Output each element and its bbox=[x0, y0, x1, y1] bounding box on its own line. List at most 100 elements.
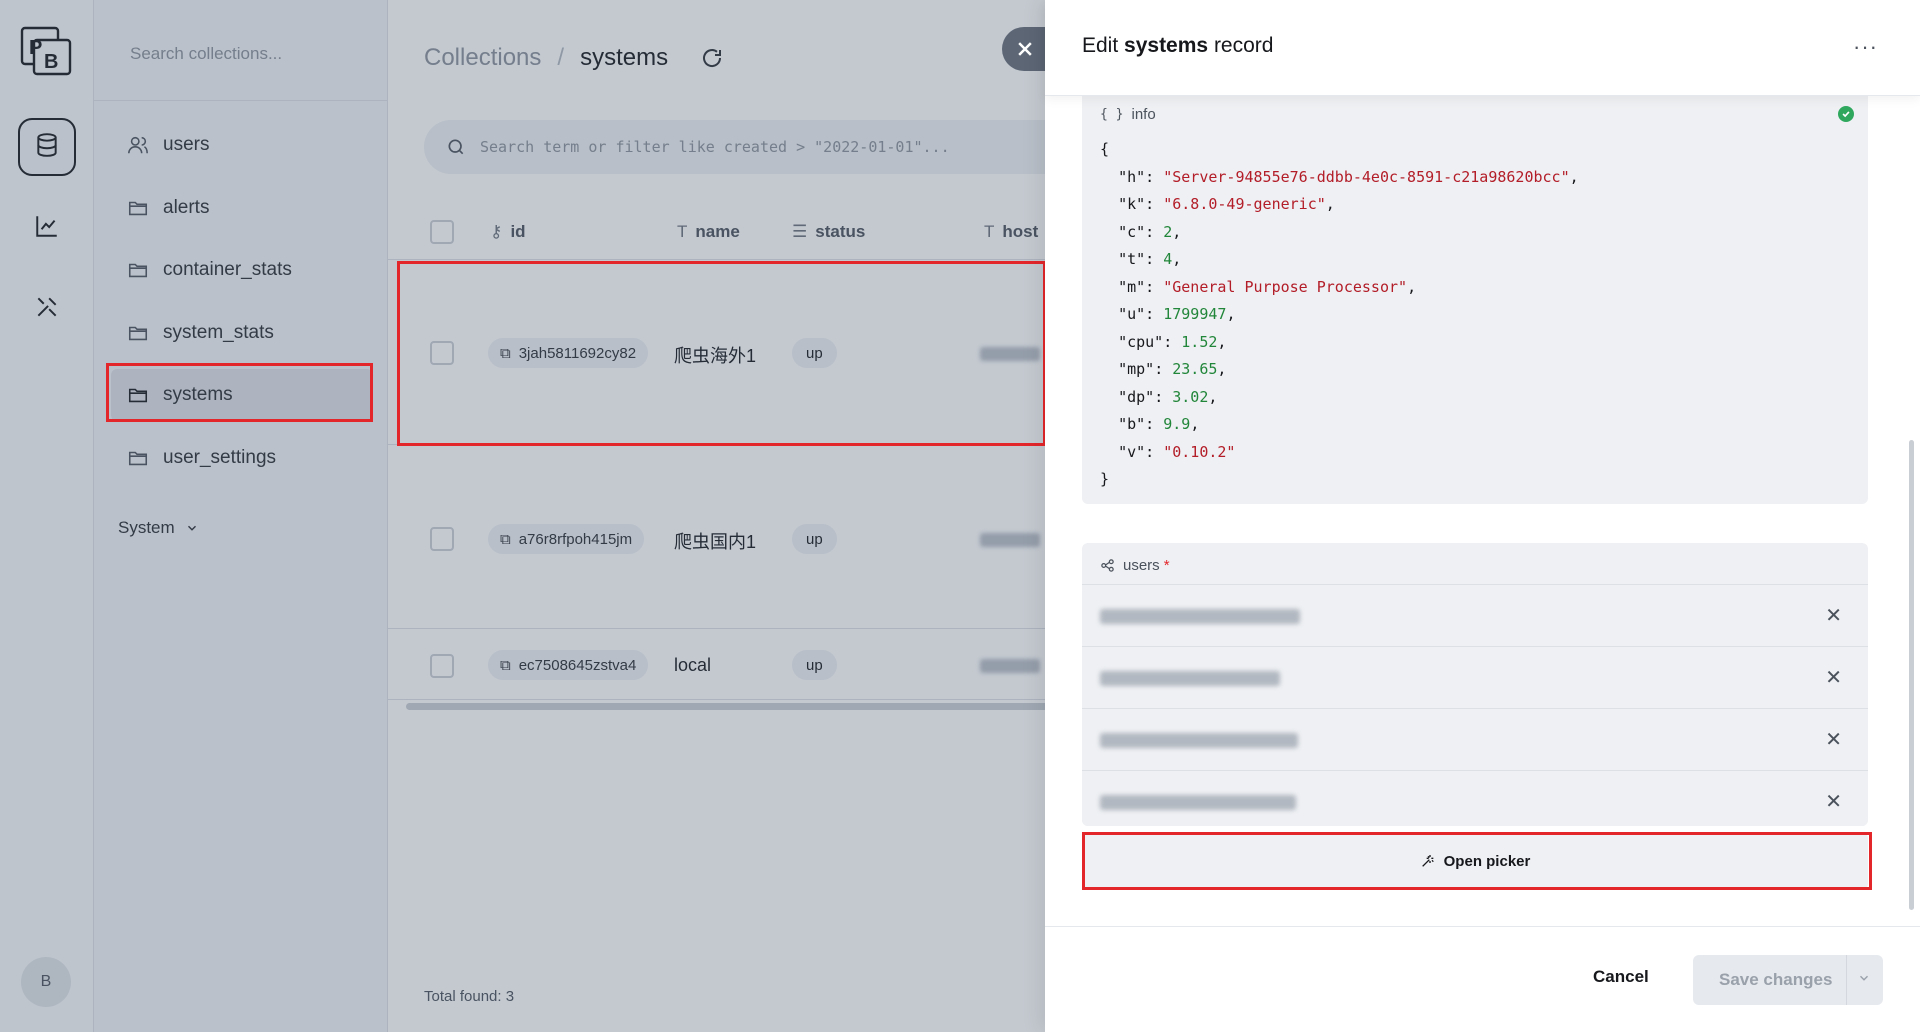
json-line: "c": 2, bbox=[1100, 219, 1579, 247]
json-key: "mp" bbox=[1118, 360, 1155, 378]
braces-icon: { } bbox=[1100, 107, 1124, 122]
remove-icon[interactable]: ✕ bbox=[1825, 603, 1842, 628]
json-value: 3.02 bbox=[1172, 387, 1209, 406]
json-colon: : bbox=[1145, 250, 1164, 268]
json-line: "u": 1799947, bbox=[1100, 301, 1579, 329]
json-value: 1.52 bbox=[1181, 332, 1218, 351]
json-line: "cpu": 1.52, bbox=[1100, 329, 1579, 357]
json-key: "b" bbox=[1118, 415, 1146, 433]
json-colon: : bbox=[1145, 415, 1164, 433]
relation-item[interactable]: ✕ bbox=[1082, 708, 1868, 770]
json-comma: , bbox=[1569, 167, 1579, 186]
relation-field-users: users * ✕ ✕ ✕ ✕ bbox=[1082, 543, 1868, 826]
remove-icon[interactable]: ✕ bbox=[1825, 789, 1842, 814]
field-name: users bbox=[1123, 557, 1160, 574]
json-line: "mp": 23.65, bbox=[1100, 356, 1579, 384]
json-value: "Server-94855e76-ddbb-4e0c-8591-c21a9862… bbox=[1163, 167, 1570, 186]
redacted-user-email bbox=[1100, 671, 1280, 686]
redacted-user-email bbox=[1100, 609, 1300, 624]
json-colon: : bbox=[1145, 305, 1164, 323]
json-line: "k": "6.8.0-49-generic", bbox=[1100, 191, 1579, 219]
json-key: "cpu" bbox=[1118, 332, 1164, 351]
json-comma: , bbox=[1172, 222, 1182, 241]
json-value: "0.10.2" bbox=[1163, 442, 1236, 461]
redacted-user-email bbox=[1100, 795, 1296, 810]
relation-item[interactable]: ✕ bbox=[1082, 770, 1868, 826]
relation-item[interactable]: ✕ bbox=[1082, 584, 1868, 646]
save-label: Save changes bbox=[1719, 970, 1833, 989]
json-value: 4 bbox=[1163, 250, 1173, 268]
panel-footer: Cancel Save changes bbox=[1045, 926, 1920, 1032]
json-comma: , bbox=[1226, 305, 1236, 323]
relation-item[interactable]: ✕ bbox=[1082, 646, 1868, 708]
json-key: "m" bbox=[1118, 277, 1146, 296]
json-value: 9.9 bbox=[1163, 415, 1191, 433]
json-brace: { bbox=[1100, 140, 1110, 158]
json-comma: , bbox=[1208, 387, 1218, 406]
json-field-info[interactable]: { } info { "h": "Server-94855e76-ddbb-4e… bbox=[1082, 96, 1868, 504]
json-line: "t": 4, bbox=[1100, 246, 1579, 274]
json-key: "v" bbox=[1118, 442, 1146, 461]
split-divider bbox=[1846, 955, 1847, 1005]
more-options-button[interactable]: ··· bbox=[1853, 34, 1878, 60]
remove-icon[interactable]: ✕ bbox=[1825, 727, 1842, 752]
json-comma: , bbox=[1217, 360, 1227, 378]
json-comma: , bbox=[1407, 277, 1417, 296]
json-key: "dp" bbox=[1118, 387, 1155, 406]
json-colon: : bbox=[1145, 277, 1164, 296]
json-line: "h": "Server-94855e76-ddbb-4e0c-8591-c21… bbox=[1100, 164, 1579, 192]
json-key: "t" bbox=[1118, 250, 1146, 268]
panel-title: Edit systems record bbox=[1082, 34, 1273, 58]
relation-icon bbox=[1100, 558, 1115, 573]
open-picker-button[interactable]: Open picker bbox=[1082, 834, 1868, 888]
vertical-scrollbar[interactable] bbox=[1909, 440, 1914, 910]
json-comma: , bbox=[1325, 195, 1335, 213]
json-key: "u" bbox=[1118, 305, 1146, 323]
close-panel-button[interactable] bbox=[1002, 27, 1048, 71]
edit-record-panel: Edit systems record ··· { } info { "h": … bbox=[1045, 0, 1920, 1032]
json-line: "b": 9.9, bbox=[1100, 411, 1579, 439]
json-colon: : bbox=[1145, 442, 1164, 461]
field-name: info bbox=[1131, 106, 1156, 123]
json-value: 23.65 bbox=[1172, 360, 1218, 378]
json-colon: : bbox=[1145, 195, 1164, 213]
json-colon: : bbox=[1163, 332, 1182, 351]
json-colon: : bbox=[1145, 222, 1164, 241]
relation-field-label: users * bbox=[1100, 557, 1170, 574]
title-collection: systems bbox=[1124, 34, 1209, 57]
json-comma: , bbox=[1190, 415, 1200, 433]
valid-check-icon bbox=[1838, 106, 1854, 122]
cancel-button[interactable]: Cancel bbox=[1593, 967, 1649, 987]
save-changes-button[interactable]: Save changes bbox=[1693, 955, 1883, 1005]
json-key: "c" bbox=[1118, 222, 1146, 241]
json-comma: , bbox=[1172, 250, 1182, 268]
json-value: 2 bbox=[1163, 222, 1173, 241]
title-suffix: record bbox=[1213, 34, 1274, 57]
json-value: "General Purpose Processor" bbox=[1163, 277, 1408, 296]
title-prefix: Edit bbox=[1082, 34, 1119, 57]
required-mark: * bbox=[1163, 557, 1170, 574]
json-field-label: { } info bbox=[1100, 106, 1156, 123]
chevron-down-icon[interactable] bbox=[1857, 970, 1871, 990]
json-key: "k" bbox=[1118, 195, 1146, 213]
close-icon bbox=[1015, 39, 1035, 59]
remove-icon[interactable]: ✕ bbox=[1825, 665, 1842, 690]
json-comma: , bbox=[1217, 332, 1227, 351]
json-line: "v": "0.10.2" bbox=[1100, 439, 1579, 467]
json-line: "m": "General Purpose Processor", bbox=[1100, 274, 1579, 302]
json-editor[interactable]: { "h": "Server-94855e76-ddbb-4e0c-8591-c… bbox=[1100, 136, 1579, 494]
redacted-user-email bbox=[1100, 733, 1298, 748]
magic-wand-icon bbox=[1420, 853, 1436, 869]
panel-header: Edit systems record ··· bbox=[1045, 0, 1920, 96]
json-colon: : bbox=[1154, 387, 1173, 406]
